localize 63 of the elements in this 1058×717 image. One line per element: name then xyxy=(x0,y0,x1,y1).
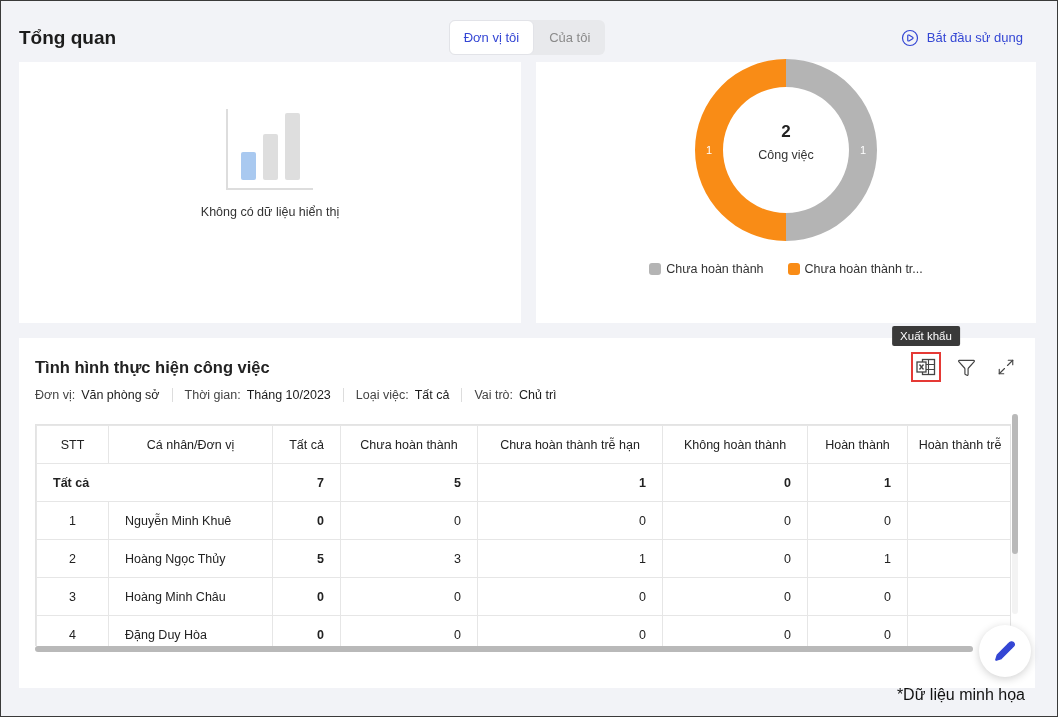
table-cell: Hoàng Minh Châu xyxy=(108,577,273,616)
table-cell: 0 xyxy=(662,463,808,502)
column-header: Hoàn thành xyxy=(807,425,908,464)
total-count: 2 xyxy=(781,122,791,142)
filter-label: Đơn vị: xyxy=(35,388,76,402)
start-link[interactable]: Bắt đầu sử dụng xyxy=(705,28,1035,47)
expand-icon xyxy=(997,358,1015,376)
table-cell: 1 xyxy=(477,539,663,578)
spreadsheet-icon xyxy=(916,358,936,376)
table-cell: 0 xyxy=(807,501,908,540)
table-cell: 1 xyxy=(807,539,908,578)
legend-label: Chưa hoàn thành xyxy=(666,262,764,276)
filter-value: Chủ trì xyxy=(519,388,557,402)
table-cell: Nguyễn Minh Khuê xyxy=(108,501,273,540)
table-cell: 3 xyxy=(36,577,109,616)
table-cell: 3 xyxy=(340,539,478,578)
column-header: Cá nhân/Đơn vị xyxy=(108,425,273,464)
table-cell: Hoàng Ngọc Thủy xyxy=(108,539,273,578)
table-cell: 0 xyxy=(662,577,808,616)
table-cell: 1 xyxy=(477,463,663,502)
table-cell: Tất cả xyxy=(36,463,273,502)
view-tab[interactable]: Đơn vị tôi xyxy=(448,20,535,55)
bar-chart-icon xyxy=(225,109,315,193)
table-cell: 0 xyxy=(662,501,808,540)
filter-label: Loại việc: xyxy=(355,388,409,402)
card-title: Tình hình thực hiện công việc xyxy=(35,357,270,377)
table-cell: 7 xyxy=(272,463,341,502)
table-cell: 0 xyxy=(340,501,478,540)
empty-message: Không có dữ liệu hiển thị xyxy=(200,205,340,219)
column-header: Không hoàn thành xyxy=(662,425,808,464)
table-cell: 1 xyxy=(807,463,908,502)
column-header: Chưa hoàn thành xyxy=(340,425,478,464)
slice-value: 1 xyxy=(705,144,713,156)
filter-label: Thời gian: xyxy=(184,388,241,402)
filter-label: Vai trò: xyxy=(474,388,514,402)
horizontal-scrollbar[interactable] xyxy=(35,646,973,652)
column-header: Tất cả xyxy=(272,425,341,464)
legend-label: Chưa hoàn thành tr... xyxy=(804,262,923,276)
table-cell: 2 xyxy=(36,539,109,578)
filter-icon xyxy=(956,357,976,377)
filter-value: Văn phòng sở xyxy=(81,388,160,402)
table-cell: 0 xyxy=(340,577,478,616)
total-label: Công việc xyxy=(758,148,814,162)
table-cell: 5 xyxy=(340,463,478,502)
filter-value: Tháng 10/2023 xyxy=(246,388,331,402)
table-cell: 5 xyxy=(272,539,341,578)
page-title: Tổng quan xyxy=(19,26,118,49)
vertical-scrollbar[interactable] xyxy=(1012,414,1018,614)
table-cell: 0 xyxy=(477,501,663,540)
pencil-icon xyxy=(994,640,1016,662)
table-cell: 0 xyxy=(272,577,341,616)
export-tooltip: Xuất khẩu xyxy=(892,326,960,346)
table-cell: 0 xyxy=(477,577,663,616)
column-header: STT xyxy=(36,425,109,464)
table-cell: 0 xyxy=(807,577,908,616)
column-header: Chưa hoàn thành trễ hạn xyxy=(477,425,663,464)
table-cell: 0 xyxy=(272,501,341,540)
footnote: *Dữ liệu minh họa xyxy=(896,686,1025,704)
play-icon xyxy=(900,28,919,47)
filter-value: Tất cả xyxy=(414,388,450,402)
table-cell: 0 xyxy=(662,539,808,578)
slice-value: 1 xyxy=(859,144,867,156)
table-cell: 1 xyxy=(36,501,109,540)
